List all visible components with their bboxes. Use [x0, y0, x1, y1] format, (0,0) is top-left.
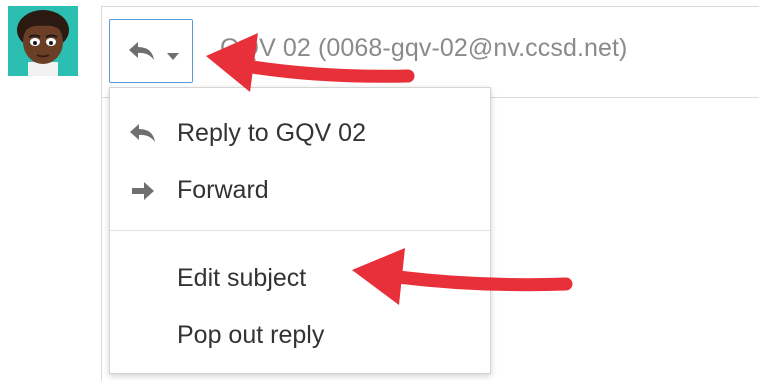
- reply-icon: [127, 40, 157, 67]
- menu-divider: [110, 230, 490, 231]
- sender-avatar: [8, 6, 78, 76]
- menu-item-pop-out-reply[interactable]: Pop out reply: [110, 307, 490, 359]
- chevron-down-icon: [167, 48, 179, 66]
- forward-arrow-icon: [130, 181, 156, 206]
- avatar-cartoon-face-icon: [8, 6, 78, 76]
- reply-options-menu: Reply to GQV 02 Forward Edit subject Pop…: [109, 87, 491, 374]
- menu-item-label: Edit subject: [177, 264, 307, 292]
- reply-dropdown-button[interactable]: [109, 19, 193, 83]
- menu-item-label: Reply to GQV 02: [177, 119, 366, 147]
- recipient-address: GQV 02 (0068-gqv-02@nv.ccsd.net): [220, 34, 628, 62]
- menu-item-label: Forward: [177, 176, 269, 204]
- reply-icon: [128, 122, 158, 149]
- menu-item-forward[interactable]: Forward: [110, 162, 490, 214]
- menu-item-edit-subject[interactable]: Edit subject: [110, 250, 490, 302]
- menu-item-label: Pop out reply: [177, 321, 325, 349]
- screenshot-stage: GQV 02 (0068-gqv-02@nv.ccsd.net) Reply t…: [0, 0, 759, 381]
- menu-item-reply[interactable]: Reply to GQV 02: [110, 105, 490, 157]
